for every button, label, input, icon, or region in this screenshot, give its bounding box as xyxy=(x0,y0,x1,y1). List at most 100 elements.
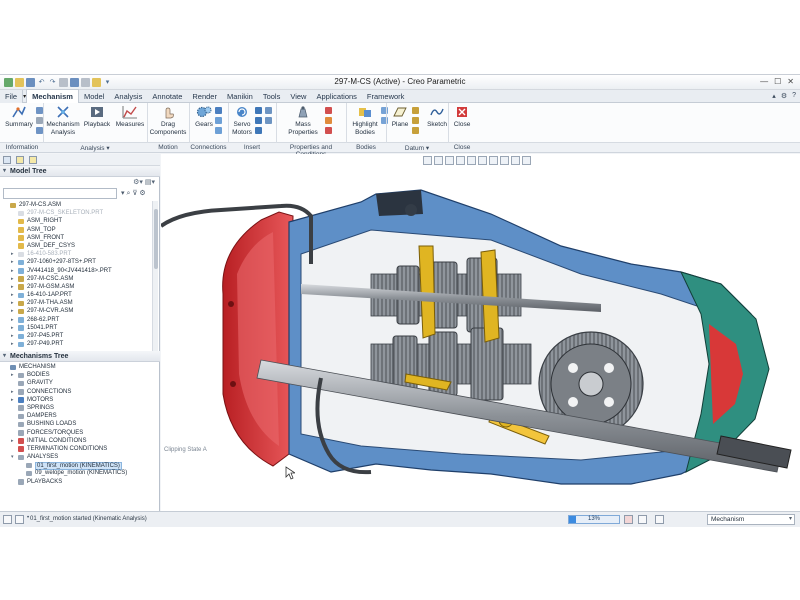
mechanisms-tree-item[interactable]: PLAYBACKS xyxy=(0,478,152,486)
minimize-icon[interactable]: — xyxy=(760,77,768,86)
tree-settings-icon[interactable]: ⚙▾ xyxy=(133,179,143,186)
close-window-button[interactable]: ✕ xyxy=(787,77,794,86)
tree-show-icon[interactable]: ▤▾ xyxy=(145,179,155,186)
expand-icon[interactable]: ▾ xyxy=(11,453,14,461)
search-dropdown-icon[interactable]: ▾ xyxy=(121,190,125,197)
model-tree-item[interactable]: ASM_RIGHT xyxy=(0,217,152,225)
point-icon[interactable] xyxy=(412,117,419,124)
help-icon[interactable]: ? xyxy=(792,92,796,100)
filter-icon[interactable]: ⊽ xyxy=(132,190,137,197)
navigator-toggle-icon[interactable] xyxy=(3,515,12,524)
mechanism-analysis-button[interactable]: Mechanism Analysis xyxy=(45,105,81,136)
model-tree-item[interactable]: ASM_FRONT xyxy=(0,234,152,242)
mechanisms-tree-item[interactable]: BUSHING LOADS xyxy=(0,420,152,428)
model-tree-item[interactable]: ▸ 16-410-583.PRT xyxy=(0,250,152,258)
settings-icon[interactable]: ⚙ xyxy=(139,190,145,197)
initial-condition-icon[interactable] xyxy=(325,107,332,114)
tab-annotate[interactable]: Annotate xyxy=(147,90,187,103)
measures-button[interactable]: Measures xyxy=(114,105,146,129)
model-tree-item[interactable]: ▸ 297-M-CSC.ASM xyxy=(0,275,152,283)
collapse-model-tree-icon[interactable]: ▾ xyxy=(3,166,6,177)
plane-button[interactable]: Plane xyxy=(389,105,411,129)
expand-icon[interactable]: ▸ xyxy=(11,250,14,258)
model-tree-item[interactable]: ▸ JV441418_90<JV441418>.PRT xyxy=(0,267,152,275)
expand-icon[interactable]: ▸ xyxy=(11,267,14,275)
spring-icon[interactable] xyxy=(255,117,262,124)
model-tree-tab-icon[interactable] xyxy=(3,156,11,164)
delete-analysis-icon[interactable] xyxy=(36,117,43,124)
favorites-icon[interactable] xyxy=(29,156,37,164)
model-tree-header[interactable]: ▾ Model Tree xyxy=(0,166,160,177)
slot-icon[interactable] xyxy=(215,117,222,124)
expand-icon[interactable]: ▸ xyxy=(11,437,14,445)
model-tree-item[interactable]: ▸ 268-62.PRT xyxy=(0,316,152,324)
mechanisms-tree-item[interactable]: TERMINATION CONDITIONS xyxy=(0,445,152,453)
model-tree-item[interactable]: 297-M-CS.ASM xyxy=(0,201,152,209)
model-tree-search-input[interactable] xyxy=(3,188,117,199)
model-tree-item[interactable]: ▸ 297-M-CVR.ASM xyxy=(0,307,152,315)
damper-icon[interactable] xyxy=(255,127,262,134)
expand-icon[interactable]: ▸ xyxy=(11,275,14,283)
group-analysis[interactable]: Analysis ▾ xyxy=(44,144,146,152)
expand-icon[interactable]: ▸ xyxy=(11,283,14,291)
tab-manikin[interactable]: Manikin xyxy=(222,90,258,103)
force-torque-icon[interactable] xyxy=(265,107,272,114)
model-tree-scrollbar[interactable] xyxy=(152,201,158,351)
servo-motors-button[interactable]: Servo Motors xyxy=(229,105,255,136)
expand-icon[interactable]: ▸ xyxy=(11,340,14,348)
model-tree-item[interactable]: 297-M-CS_SKELETON.PRT xyxy=(0,209,152,217)
model-tree-item[interactable]: ▸ 297-1060+297-8TS+.PRT xyxy=(0,258,152,266)
cam-icon[interactable] xyxy=(215,107,222,114)
model-tree-item[interactable]: ▸ 16-410-1AP.PRT xyxy=(0,291,152,299)
csys-icon[interactable] xyxy=(412,127,419,134)
tab-file[interactable]: File xyxy=(0,89,24,103)
maximize-icon[interactable]: ☐ xyxy=(774,77,781,86)
termination-condition-icon[interactable] xyxy=(325,117,332,124)
mechanisms-tree-header[interactable]: ▾ Mechanisms Tree xyxy=(0,351,160,362)
mechanisms-tree-item[interactable]: ▸ BODIES xyxy=(0,371,152,379)
model-tree-item[interactable]: ASM_DEF_CSYS xyxy=(0,242,152,250)
drag-components-button[interactable]: Drag Components xyxy=(148,105,188,136)
expand-icon[interactable]: ▸ xyxy=(11,307,14,315)
tab-analysis[interactable]: Analysis xyxy=(109,90,147,103)
regen-status-icon[interactable] xyxy=(638,515,647,524)
browser-toggle-icon[interactable] xyxy=(15,515,24,524)
collapse-mechanisms-tree-icon[interactable]: ▾ xyxy=(3,351,6,362)
model-tree-scroll-thumb[interactable] xyxy=(154,209,158,269)
expand-icon[interactable]: ▸ xyxy=(11,316,14,324)
expand-icon[interactable]: ▸ xyxy=(11,291,14,299)
stop-icon[interactable] xyxy=(624,515,633,524)
mechanisms-tree-item[interactable]: 09_welope_motion (KINEMATICS) xyxy=(0,469,152,477)
tab-applications[interactable]: Applications xyxy=(311,90,361,103)
tab-view[interactable]: View xyxy=(285,90,311,103)
playback-button[interactable]: Playback xyxy=(82,105,112,129)
axis-icon[interactable] xyxy=(412,107,419,114)
copy-icon[interactable] xyxy=(36,107,43,114)
force-motor-icon[interactable] xyxy=(255,107,262,114)
tab-model[interactable]: Model xyxy=(79,90,109,103)
tab-render[interactable]: Render xyxy=(187,90,222,103)
mechanisms-tree-item[interactable]: FORCES/TORQUES xyxy=(0,429,152,437)
model-tree-item[interactable]: ▸ 15041.PRT xyxy=(0,324,152,332)
folder-browser-icon[interactable] xyxy=(16,156,24,164)
expand-icon[interactable]: ▸ xyxy=(11,332,14,340)
selection-filter-icon[interactable] xyxy=(655,515,664,524)
expand-icon[interactable]: ▸ xyxy=(11,388,14,396)
run-icon[interactable] xyxy=(36,127,43,134)
expand-icon[interactable]: ▸ xyxy=(11,371,14,379)
mechanisms-tree-item[interactable]: GRAVITY xyxy=(0,379,152,387)
settings-icon[interactable]: ⚙ xyxy=(781,92,787,100)
tab-framework[interactable]: Framework xyxy=(362,90,410,103)
sketch-button[interactable]: Sketch xyxy=(424,105,450,129)
minimize-ribbon-icon[interactable]: ▴ xyxy=(772,92,776,100)
model-tree-item[interactable]: ▸ 297-P45.PRT xyxy=(0,332,152,340)
highlight-bodies-button[interactable]: Highlight Bodies xyxy=(349,105,381,136)
model-tree-item[interactable]: ▸ 297-P49.PRT xyxy=(0,340,152,348)
mechanisms-tree-item[interactable]: MECHANISM xyxy=(0,363,152,371)
expand-icon[interactable]: ▸ xyxy=(11,324,14,332)
tab-tools[interactable]: Tools xyxy=(258,90,286,103)
expand-icon[interactable]: ▸ xyxy=(11,258,14,266)
expand-icon[interactable]: ▸ xyxy=(11,396,14,404)
mechanisms-tree-item[interactable]: ▾ ANALYSES xyxy=(0,453,152,461)
model-tree-item[interactable]: ASM_TOP xyxy=(0,226,152,234)
